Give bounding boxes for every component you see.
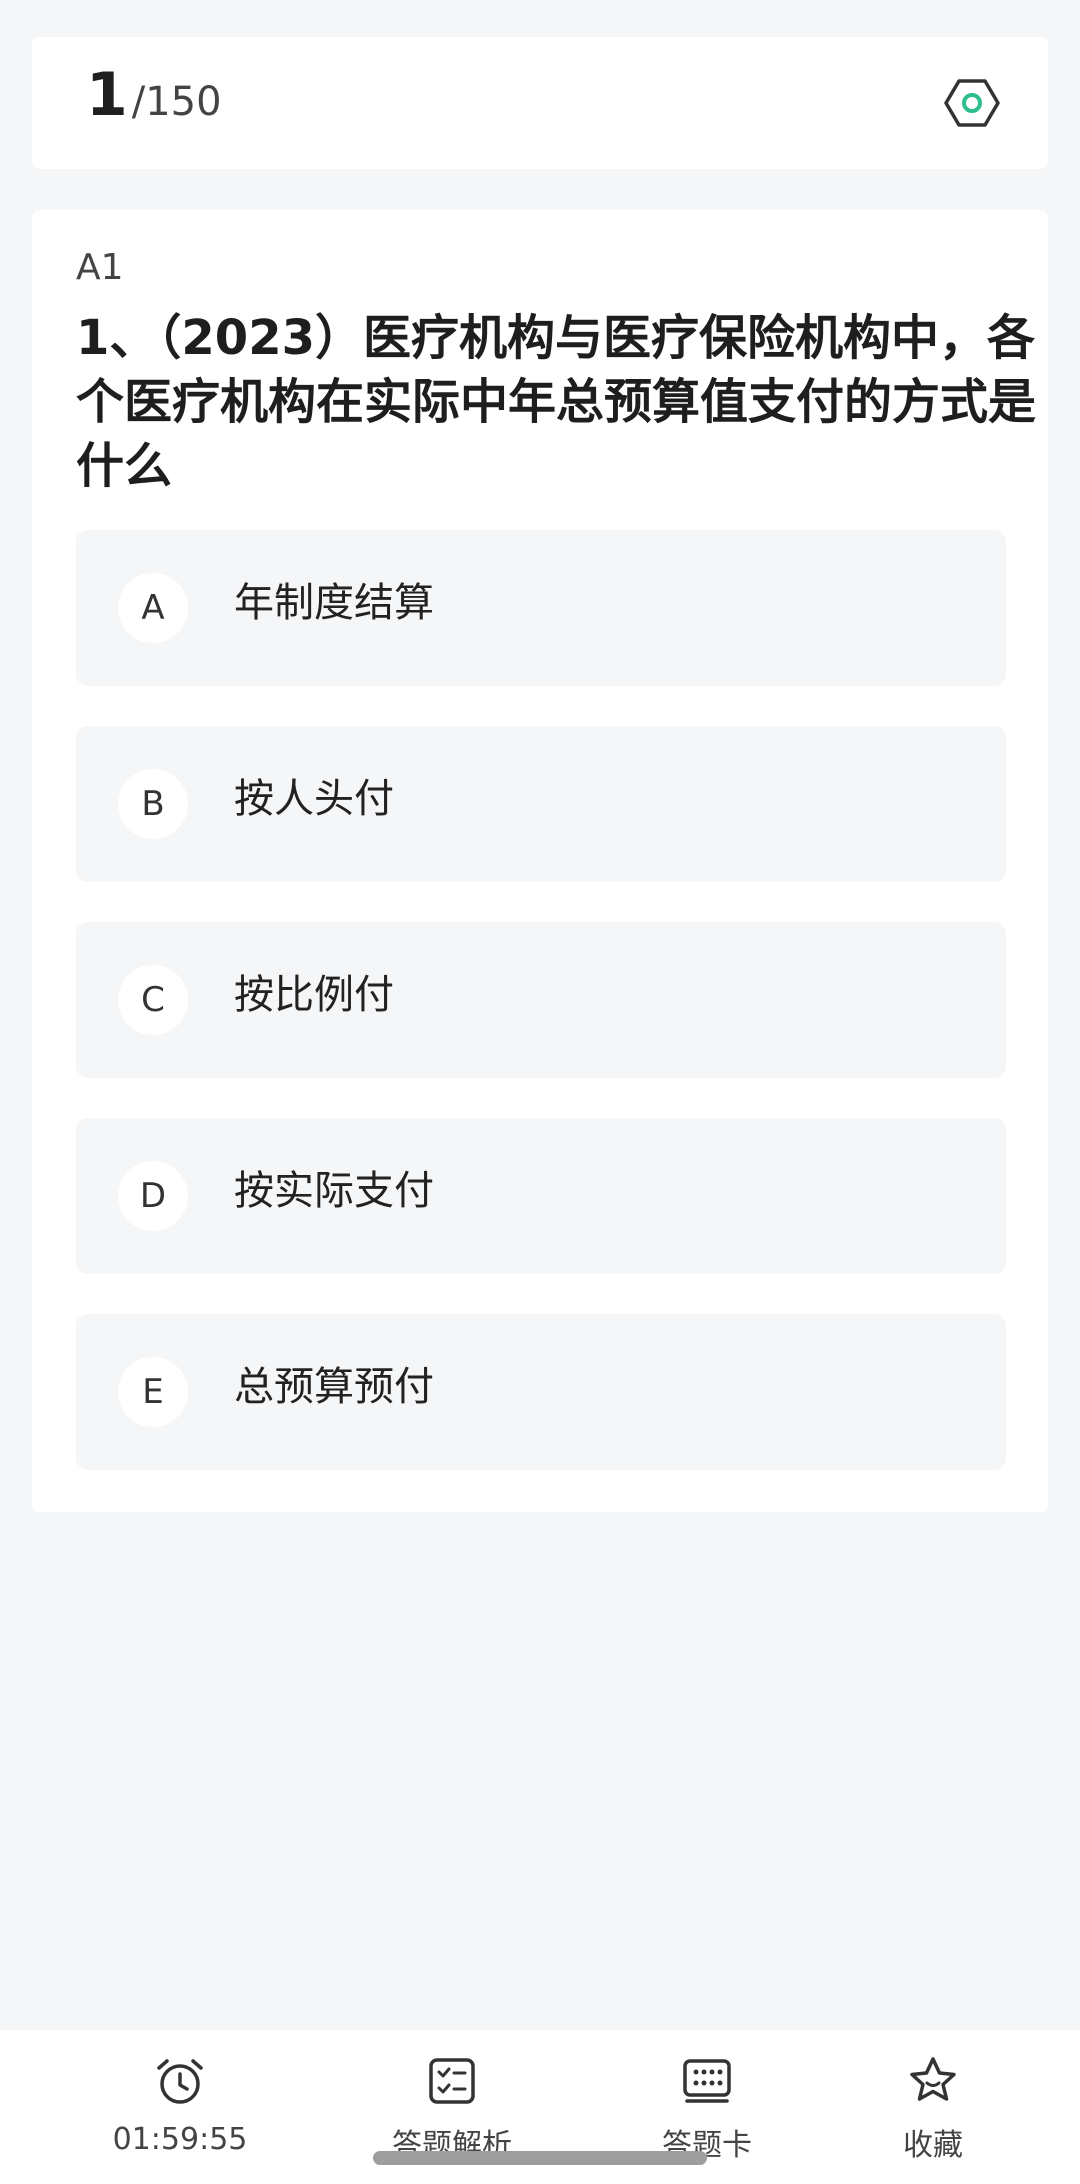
question-type: A1 [76, 247, 124, 288]
timer-button[interactable]: 01:59:55 [70, 2054, 290, 2164]
option-letter: C [118, 965, 188, 1035]
question-card: A1 1、（2023）医疗机构与医疗保险机构中，各个医疗机构在实际中年总预算值支… [32, 210, 1048, 1512]
option-d[interactable]: D 按实际支付 [76, 1118, 1006, 1274]
timer-label: 01:59:55 [112, 2122, 248, 2157]
option-c[interactable]: C 按比例付 [76, 922, 1006, 1078]
option-letter: B [118, 769, 188, 839]
option-text: 按比例付 [234, 972, 394, 1018]
option-text: 总预算预付 [234, 1364, 434, 1410]
question-text: 1、（2023）医疗机构与医疗保险机构中，各个医疗机构在实际中年总预算值支付的方… [76, 310, 1037, 494]
options-list: A 年制度结算 B 按人头付 C 按比例付 D 按实际支付 E 总预算预付 [76, 530, 1006, 1510]
answer-card-button[interactable]: 答题卡 [597, 2054, 817, 2164]
checklist-icon [429, 2058, 475, 2104]
progress-header: 1 /150 [32, 37, 1048, 169]
current-question-number: 1 [86, 60, 128, 130]
option-a[interactable]: A 年制度结算 [76, 530, 1006, 686]
star-icon [910, 2057, 956, 2101]
favorite-label: 收藏 [903, 2128, 963, 2163]
analysis-button[interactable]: 答题解析 [342, 2054, 562, 2164]
alarm-clock-icon [157, 2059, 203, 2104]
total-questions: /150 [131, 79, 222, 125]
option-text: 按实际支付 [234, 1168, 434, 1214]
question-progress: 1 /150 [86, 65, 222, 125]
option-text: 年制度结算 [234, 580, 434, 626]
favorite-button[interactable]: 收藏 [823, 2054, 1043, 2164]
hexagon-settings-icon [944, 79, 1000, 127]
option-letter: A [118, 573, 188, 643]
home-indicator[interactable] [373, 2151, 707, 2165]
settings-button[interactable] [942, 73, 1002, 133]
option-b[interactable]: B 按人头付 [76, 726, 1006, 882]
option-letter: D [118, 1161, 188, 1231]
option-text: 按人头付 [234, 776, 394, 822]
grid-card-icon [683, 2059, 731, 2103]
option-letter: E [118, 1357, 188, 1427]
option-e[interactable]: E 总预算预付 [76, 1314, 1006, 1470]
